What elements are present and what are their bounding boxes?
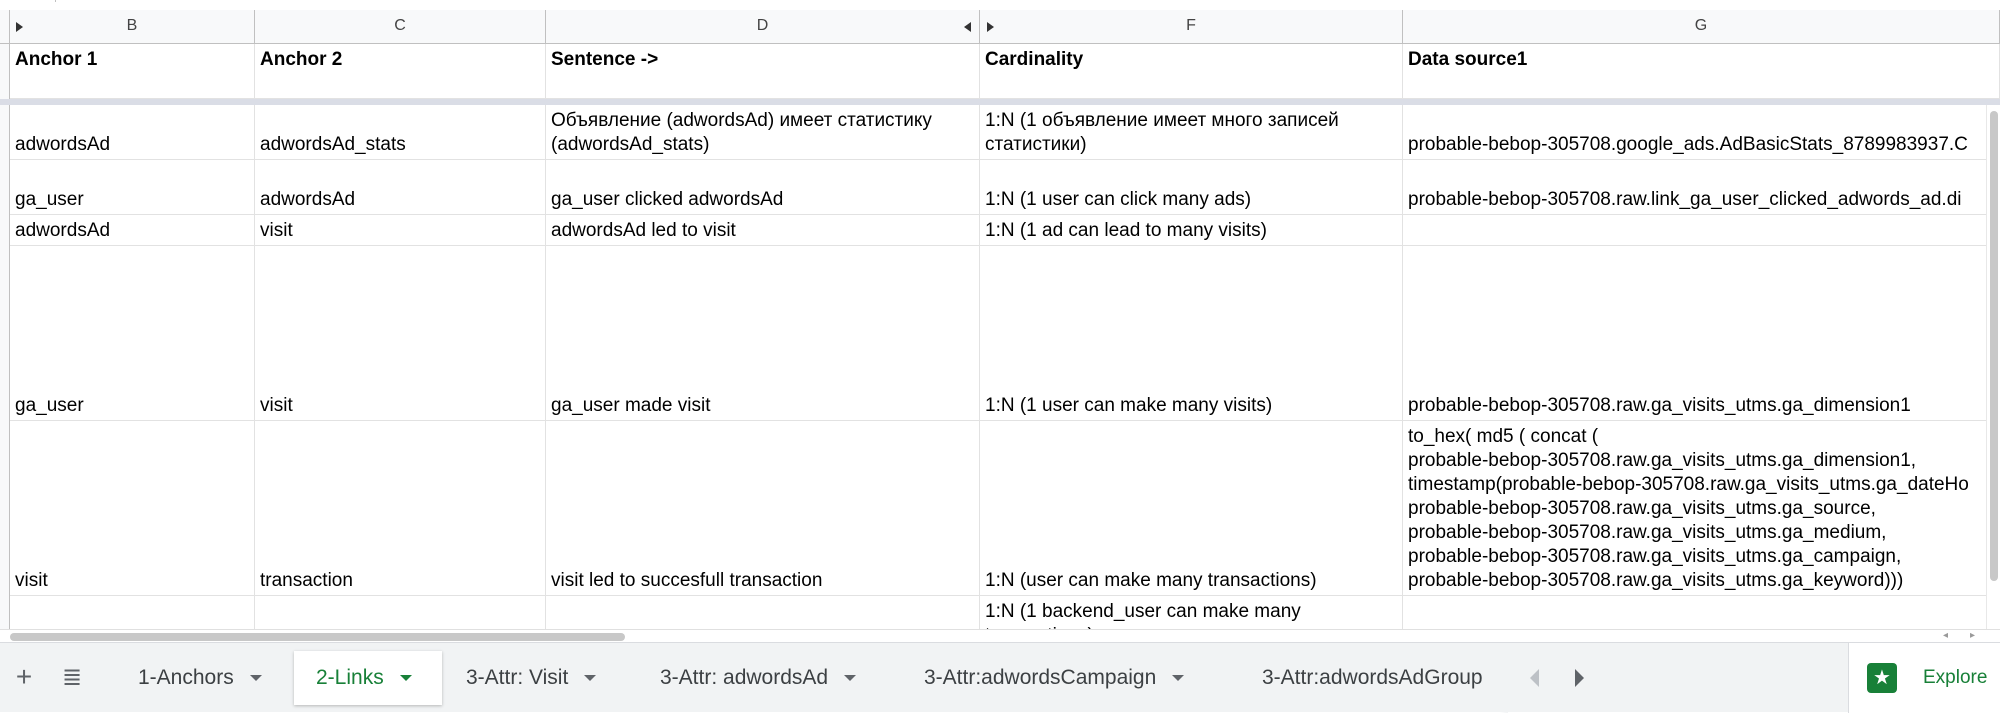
row-header[interactable]: [0, 246, 10, 421]
tab-label: 3-Attr: Visit: [466, 666, 569, 689]
table-cell[interactable]: adwordsAd: [10, 105, 255, 159]
column-header-b[interactable]: B: [10, 10, 255, 43]
vertical-scrollbar[interactable]: [1986, 105, 2000, 629]
column-header-g[interactable]: G: [1403, 10, 2000, 43]
scroll-tabs-left-icon[interactable]: [1530, 669, 1539, 687]
table-row: visit transaction visit led to succesful…: [10, 421, 2000, 596]
column-header-row: B C D F G: [0, 10, 2000, 44]
chevron-down-icon[interactable]: [844, 675, 857, 681]
explore-icon: [1867, 663, 1897, 693]
table-row: adwordsAd visit adwordsAd led to visit 1…: [10, 215, 2000, 246]
table-row: ga_user visit ga_user made visit 1:N (1 …: [10, 246, 2000, 421]
spreadsheet-grid[interactable]: B C D F G Anchor 1 Anchor 2 Sentence -> …: [0, 0, 2000, 642]
plus-icon[interactable]: +: [8, 661, 40, 693]
table-cell[interactable]: 1:N (user can make many transactions): [980, 421, 1403, 595]
header-cell[interactable]: Anchor 2: [255, 44, 546, 98]
table-row: adwordsAd adwordsAd_stats Объявление (ad…: [10, 105, 2000, 160]
tab-3-attr-visit[interactable]: 3-Attr: Visit: [444, 651, 624, 705]
table-cell[interactable]: to_hex( md5 ( concat ( probable-bebop-30…: [1403, 421, 2000, 595]
table-cell[interactable]: visit: [255, 215, 546, 245]
row-header-1[interactable]: [0, 44, 10, 99]
header-cell[interactable]: Cardinality: [980, 44, 1403, 98]
table-row: ga_user adwordsAd ga_user clicked adword…: [10, 160, 2000, 215]
table-cell[interactable]: adwordsAd_stats: [255, 105, 546, 159]
table-cell[interactable]: Объявление (adwordsAd) имеет статистику …: [546, 105, 980, 159]
table-cell[interactable]: ga_user: [10, 246, 255, 420]
table-cell[interactable]: 1:N (1 user can click many ads): [980, 160, 1403, 214]
tab-2-links[interactable]: 2-Links: [294, 651, 442, 705]
sheet-tab-bar: + ≣ 1-Anchors 2-Links 3-Attr: Visit 3-At…: [0, 642, 2000, 713]
table-cell[interactable]: adwordsAd: [255, 160, 546, 214]
column-header-f[interactable]: F: [980, 10, 1403, 43]
table-cell[interactable]: visit led to succesfull transaction: [546, 421, 980, 595]
hidden-columns-left-icon[interactable]: [964, 22, 971, 32]
table-cell[interactable]: ga_user: [10, 160, 255, 214]
tab-label: 3-Attr:adwordsCampaign: [924, 666, 1157, 689]
tab-overflow-fade: [1500, 643, 1508, 713]
tab-3-attr-adwordsadgroup[interactable]: 3-Attr:adwordsAdGroup: [1240, 651, 1508, 705]
header-row: Anchor 1 Anchor 2 Sentence -> Cardinalit…: [10, 44, 2000, 99]
table-cell[interactable]: adwordsAd: [10, 215, 255, 245]
header-cell[interactable]: Anchor 1: [10, 44, 255, 98]
table-cell[interactable]: probable-bebop-305708.google_ads.AdBasic…: [1403, 105, 2000, 159]
header-cell[interactable]: Sentence ->: [546, 44, 980, 98]
table-cell[interactable]: 1:N (1 user can make many visits): [980, 246, 1403, 420]
table-cell[interactable]: ga_user clicked adwordsAd: [546, 160, 980, 214]
chevron-down-icon[interactable]: [399, 675, 412, 681]
row-header[interactable]: [0, 105, 10, 160]
scroll-right-icon[interactable]: ▸: [1970, 630, 1975, 641]
select-all-corner[interactable]: [0, 10, 10, 43]
chevron-down-icon[interactable]: [584, 675, 597, 681]
table-cell[interactable]: ga_user made visit: [546, 246, 980, 420]
chevron-down-icon[interactable]: [249, 675, 262, 681]
explore-button[interactable]: Explore: [1848, 643, 2000, 713]
explore-label: Explore: [1923, 667, 1988, 688]
table-cell[interactable]: visit: [255, 246, 546, 420]
table-cell[interactable]: probable-bebop-305708.raw.link_ga_user_c…: [1403, 160, 2000, 214]
tab-label: 2-Links: [316, 666, 384, 689]
row-header[interactable]: [0, 160, 10, 215]
table-cell[interactable]: visit: [10, 421, 255, 595]
table-cell[interactable]: adwordsAd led to visit: [546, 215, 980, 245]
row-header[interactable]: [0, 421, 10, 596]
tab-3-attr-adwordsad[interactable]: 3-Attr: adwordsAd: [638, 651, 888, 705]
tab-1-anchors[interactable]: 1-Anchors: [116, 651, 292, 705]
horizontal-scrollbar-thumb[interactable]: [10, 633, 625, 641]
tab-label: 1-Anchors: [138, 666, 234, 689]
table-cell[interactable]: probable-bebop-305708.raw.ga_visits_utms…: [1403, 246, 2000, 420]
row-header[interactable]: [0, 215, 10, 246]
table-cell[interactable]: [1403, 215, 2000, 245]
tab-label: 3-Attr: adwordsAd: [660, 666, 829, 689]
tab-label: 3-Attr:adwordsAdGroup: [1262, 666, 1483, 689]
tab-3-attr-adwordscampaign[interactable]: 3-Attr:adwordsCampaign: [902, 651, 1228, 705]
table-cell[interactable]: 1:N (1 объявление имеет много записей ст…: [980, 105, 1403, 159]
chevron-down-icon[interactable]: [1172, 675, 1185, 681]
column-header-d[interactable]: D: [546, 10, 980, 43]
table-cell[interactable]: transaction: [255, 421, 546, 595]
formula-bar-edge: [0, 0, 2000, 10]
header-cell[interactable]: Data source1: [1403, 44, 2000, 98]
vertical-scrollbar-thumb[interactable]: [1990, 111, 1998, 581]
column-header-c[interactable]: C: [255, 10, 546, 43]
horizontal-scrollbar[interactable]: ◂ ▸: [0, 629, 2000, 642]
list-icon[interactable]: ≣: [56, 661, 88, 693]
table-cell[interactable]: 1:N (1 ad can lead to many visits): [980, 215, 1403, 245]
scroll-tabs-right-icon[interactable]: [1575, 669, 1584, 687]
scroll-left-icon[interactable]: ◂: [1943, 630, 1948, 641]
